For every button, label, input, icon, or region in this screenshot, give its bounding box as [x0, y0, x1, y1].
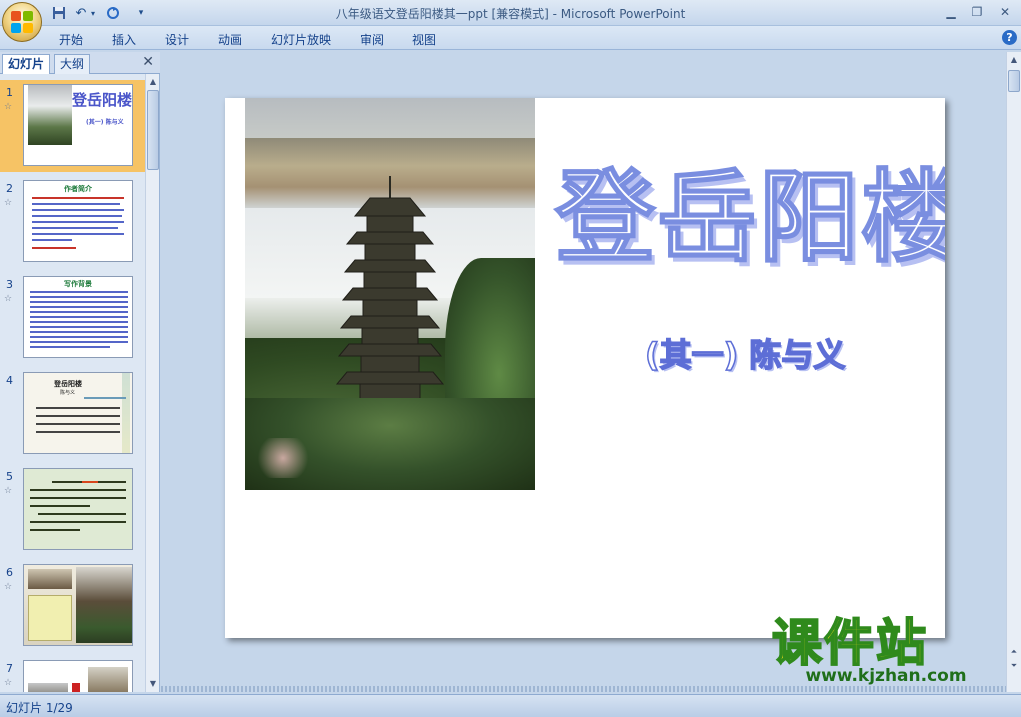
slide-thumbnail-7[interactable]: 7 ☆: [0, 656, 145, 692]
thumb-title: 写作背景: [64, 280, 92, 288]
tab-slide-show[interactable]: 幻灯片放映: [271, 31, 331, 48]
tab-view[interactable]: 视图: [412, 31, 436, 48]
slide-number: 1: [6, 86, 13, 99]
help-icon[interactable]: ?: [1002, 30, 1017, 45]
pagoda-icon: [333, 176, 447, 417]
watermark-url: www.kjzhan.com: [805, 666, 967, 686]
slide-thumbnail-6[interactable]: 6 ☆: [0, 560, 145, 652]
office-button[interactable]: [2, 2, 42, 42]
slide-thumbnails: 1 ☆ 登岳阳楼 (其一) 陈与义 2 ☆ 作者简介 3 ☆ 写作背景 4 登岳…: [0, 74, 145, 692]
scroll-down-icon[interactable]: ▼: [147, 678, 159, 690]
slide-subtitle[interactable]: (其一) 陈与义: [644, 330, 846, 376]
animation-star-icon: ☆: [4, 102, 13, 112]
thumb-title: 登岳阳楼: [72, 91, 133, 109]
status-bar: 幻灯片 1/29: [0, 694, 1021, 717]
slides-panel: 幻灯片 大纲 ✕ 1 ☆ 登岳阳楼 (其一) 陈与义 2 ☆ 作者简介 3 ☆ …: [0, 52, 160, 692]
office-logo-icon: [11, 11, 33, 33]
tab-home[interactable]: 开始: [59, 31, 83, 48]
thumb-photo: [28, 85, 72, 145]
tab-slides[interactable]: 幻灯片: [2, 54, 51, 74]
slide-preview: 登岳阳楼 (其一) 陈与义: [23, 84, 133, 166]
slide-thumbnail-1[interactable]: 1 ☆ 登岳阳楼 (其一) 陈与义: [0, 80, 145, 172]
minimize-button[interactable]: ▁: [940, 3, 962, 21]
animation-star-icon: ☆: [4, 198, 13, 208]
close-button[interactable]: ✕: [994, 3, 1016, 21]
thumbnails-scrollbar[interactable]: ▲ ▼: [145, 74, 159, 692]
thumb-title: 登岳阳楼: [54, 380, 82, 388]
slide-title[interactable]: 登岳阳楼: [554, 136, 945, 281]
next-slide-icon[interactable]: ⏷: [1008, 660, 1020, 672]
restore-button[interactable]: ❐: [966, 3, 988, 21]
thumb-title: 作者简介: [64, 185, 92, 193]
slide-number: 6: [6, 566, 13, 579]
thumb-subtitle: 陈与义: [60, 390, 76, 396]
scroll-up-icon[interactable]: ▲: [1008, 54, 1020, 66]
slide-thumbnail-4[interactable]: 4 登岳阳楼 陈与义: [0, 368, 145, 460]
slide-number: 7: [6, 662, 13, 675]
window-title: 八年级语文登岳阳楼其一ppt [兼容模式] - Microsoft PowerP…: [335, 7, 686, 21]
slide-thumbnail-5[interactable]: 5 ☆: [0, 464, 145, 556]
slide-number: 4: [6, 374, 13, 387]
slide-editor: 登岳阳楼 (其一) 陈与义: [161, 52, 1006, 692]
slide-preview: 登岳阳楼 陈与义: [23, 372, 133, 454]
tab-insert[interactable]: 插入: [112, 31, 136, 48]
animation-star-icon: ☆: [4, 294, 13, 304]
slide-preview: [23, 660, 133, 692]
tab-outline[interactable]: 大纲: [54, 54, 91, 74]
tab-animations[interactable]: 动画: [218, 31, 242, 48]
slide-preview: 写作背景: [23, 276, 133, 358]
slide-thumbnail-2[interactable]: 2 ☆ 作者简介: [0, 176, 145, 268]
slide-number: 5: [6, 470, 13, 483]
watermark-logo: 课件站: [771, 614, 928, 672]
close-panel-icon[interactable]: ✕: [142, 54, 154, 70]
slide-canvas[interactable]: 登岳阳楼 (其一) 陈与义: [225, 98, 945, 638]
flowers: [253, 438, 313, 478]
animation-star-icon: ☆: [4, 486, 13, 496]
slide-indicator: 幻灯片 1/29: [6, 701, 73, 715]
slide-scrollbar[interactable]: ▲ ⏶ ⏷: [1006, 52, 1021, 692]
panel-tabs: 幻灯片 大纲 ✕: [0, 52, 160, 74]
thumb-subtitle: (其一) 陈与义: [86, 119, 124, 126]
animation-star-icon: ☆: [4, 678, 13, 688]
scrollbar-thumb[interactable]: [147, 90, 159, 170]
slide-thumbnail-3[interactable]: 3 ☆ 写作背景: [0, 272, 145, 364]
tab-review[interactable]: 审阅: [360, 31, 384, 48]
slide-number: 2: [6, 182, 13, 195]
slide-preview: 作者简介: [23, 180, 133, 262]
previous-slide-icon[interactable]: ⏶: [1008, 646, 1020, 658]
slide-number: 3: [6, 278, 13, 291]
animation-star-icon: ☆: [4, 582, 13, 592]
scroll-up-icon[interactable]: ▲: [147, 76, 159, 88]
scrollbar-thumb[interactable]: [1008, 70, 1020, 92]
title-bar: ↶ ▾ ▾ 八年级语文登岳阳楼其一ppt [兼容模式] - Microsoft …: [0, 0, 1021, 42]
pagoda-photo[interactable]: [245, 98, 535, 490]
tab-design[interactable]: 设计: [165, 31, 189, 48]
slide-preview: [23, 468, 133, 550]
slide-preview: [23, 564, 133, 646]
ribbon-tabs: 开始 插入 设计 动画 幻灯片放映 审阅 视图 ?: [0, 26, 1021, 50]
